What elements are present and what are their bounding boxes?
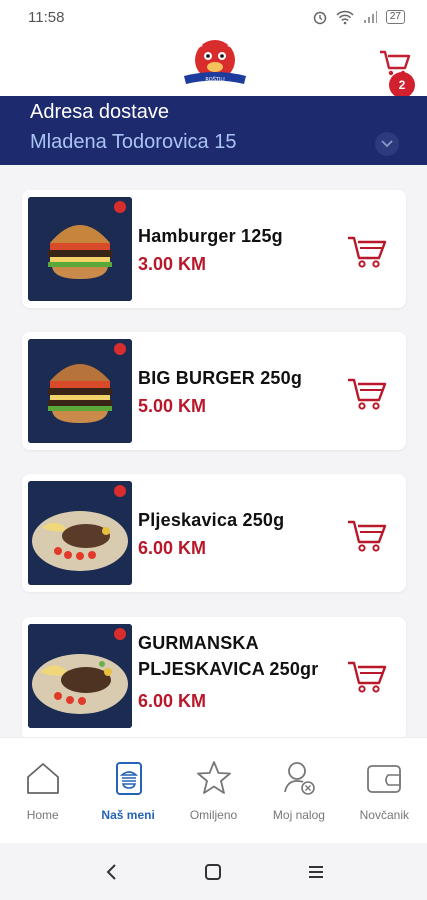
menu-list[interactable]: Hamburger 125g 3.00 KM BIG BURGER 250g 5… — [0, 165, 427, 737]
nav-menu[interactable]: Naš meni — [85, 738, 170, 843]
gurmanska-pljeskavica-image — [28, 624, 132, 728]
menu-item-name-line2: PLJESKAVICA 250gr — [138, 659, 319, 679]
svg-text:ROŠTILJ: ROŠTILJ — [205, 76, 224, 83]
status-bar: 11:58 27 — [0, 0, 427, 34]
nav-label: Home — [26, 808, 59, 822]
system-navigation-bar — [0, 843, 427, 900]
add-to-cart-icon[interactable] — [346, 372, 390, 412]
delivery-address-bar[interactable]: Adresa dostave Mladena Todorovica 15 — [0, 96, 427, 165]
home-button-icon[interactable] — [200, 859, 226, 885]
nav-label: Omiljeno — [189, 808, 238, 822]
menu-item-name: BIG BURGER 250g — [138, 368, 303, 388]
nav-home[interactable]: Home — [0, 738, 85, 843]
menu-item-price: 3.00 KM — [138, 254, 207, 274]
status-time: 11:58 — [28, 8, 65, 26]
menu-item-card[interactable]: GURMANSKA PLJESKAVICA 250gr 6.00 KM — [22, 617, 406, 737]
back-icon[interactable] — [98, 859, 124, 885]
status-icons: 27 — [312, 9, 405, 25]
star-icon — [196, 761, 231, 794]
cart-badge[interactable]: 2 — [389, 72, 415, 98]
wifi-icon — [336, 10, 354, 25]
menu-item-card[interactable]: BIG BURGER 250g 5.00 KM — [22, 332, 406, 450]
nav-wallet[interactable]: Novčanik — [342, 738, 427, 843]
battery-indicator: 27 — [385, 10, 405, 24]
app-header: ROŠTILJ 2 — [0, 34, 427, 98]
wallet-icon — [367, 765, 402, 793]
bull-logo-icon: ROŠTILJ — [184, 36, 246, 84]
signal-icon — [363, 11, 377, 23]
menu-item-name-line1: GURMANSKA — [138, 633, 259, 653]
add-to-cart-icon[interactable] — [346, 514, 390, 554]
nav-label: Novčanik — [359, 808, 409, 822]
big-burger-image — [28, 339, 132, 443]
nav-label: Naš meni — [101, 808, 155, 822]
home-icon — [26, 763, 59, 794]
bottom-navigation: Home Naš meni Omiljeno Moj nalog Novčani… — [0, 737, 427, 843]
pljeskavica-image — [28, 481, 132, 585]
add-to-cart-icon[interactable] — [346, 230, 390, 270]
recents-icon[interactable] — [303, 859, 329, 885]
menu-book-icon — [116, 762, 143, 795]
nav-account[interactable]: Moj nalog — [256, 738, 341, 843]
nav-favorites[interactable]: Omiljeno — [171, 738, 256, 843]
menu-item-price: 6.00 KM — [138, 691, 207, 711]
chevron-down-icon[interactable] — [375, 132, 399, 156]
hamburger-image — [28, 197, 132, 301]
address-label: Adresa dostave — [30, 101, 169, 123]
menu-item-name: Pljeskavica 250g — [138, 510, 285, 530]
alarm-icon — [313, 11, 327, 25]
menu-item-card[interactable]: Hamburger 125g 3.00 KM — [22, 190, 406, 308]
add-to-cart-icon[interactable] — [346, 655, 390, 695]
user-icon — [284, 762, 315, 795]
menu-item-name: Hamburger 125g — [138, 226, 283, 246]
address-value[interactable]: Mladena Todorovica 15 — [30, 131, 236, 154]
menu-item-price: 5.00 KM — [138, 396, 207, 416]
menu-item-price: 6.00 KM — [138, 538, 207, 558]
menu-item-name: GURMANSKA PLJESKAVICA 250gr — [138, 630, 318, 682]
menu-item-card[interactable]: Pljeskavica 250g 6.00 KM — [22, 474, 406, 592]
nav-label: Moj nalog — [272, 808, 325, 822]
